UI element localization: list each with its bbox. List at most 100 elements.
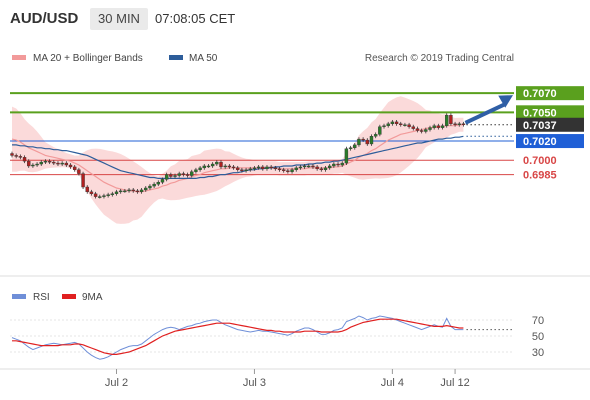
- candle-body: [18, 156, 23, 158]
- candle-body: [198, 167, 202, 170]
- candle-body: [248, 168, 252, 171]
- candle-body: [35, 163, 39, 166]
- candle-body: [114, 191, 119, 194]
- candle-body: [344, 148, 349, 164]
- candle-body: [302, 165, 307, 168]
- candle-body: [394, 121, 399, 125]
- candle-body: [106, 194, 110, 196]
- candle-body: [390, 121, 395, 125]
- candle-body: [215, 161, 219, 165]
- candle-body: [177, 173, 181, 176]
- level-label-current: 0.7037: [516, 117, 584, 132]
- candle-body: [290, 169, 294, 172]
- candle-body: [440, 125, 445, 128]
- candle-body: [27, 160, 31, 167]
- time-tick-label: Jul 12: [440, 377, 469, 389]
- candle-body: [428, 127, 432, 130]
- candle: [81, 171, 85, 189]
- candle-body: [298, 166, 303, 169]
- candle-body: [118, 190, 123, 193]
- candle-body: [148, 185, 152, 189]
- candle-body: [160, 179, 165, 183]
- candle-body: [14, 155, 18, 157]
- candle-body: [315, 166, 319, 170]
- rsi-tick-label: 50: [532, 331, 544, 343]
- candle-body: [127, 189, 131, 192]
- rsi-gridlines: [10, 319, 514, 353]
- candle-body: [403, 124, 407, 126]
- candle-body: [311, 165, 315, 168]
- candle-body: [152, 183, 156, 187]
- symbol-title: AUD/USD: [10, 10, 79, 27]
- candle-body: [47, 160, 52, 163]
- rsi-line: [11, 315, 464, 360]
- candle-body: [123, 190, 127, 193]
- candle-body: [269, 166, 273, 169]
- candle-body: [72, 166, 77, 170]
- candle: [378, 124, 382, 137]
- candle-body: [453, 123, 457, 126]
- candle-body: [369, 136, 374, 145]
- time-axis-ticks: Jul 2 Jul 3 Jul 4 Jul 12: [105, 369, 470, 389]
- candle-body: [31, 164, 35, 167]
- ma9-legend-label: 9MA: [82, 292, 103, 303]
- time-tick-label: Jul 2: [105, 377, 128, 389]
- candle-body: [85, 186, 89, 193]
- candle-body: [432, 125, 436, 128]
- ma50-legend-label: MA 50: [189, 53, 218, 64]
- candle-body: [461, 123, 466, 126]
- candle-body: [307, 165, 311, 168]
- level-label-text: 0.6985: [523, 170, 557, 182]
- candle-body: [190, 171, 194, 176]
- ma9-legend-swatch: [62, 294, 76, 299]
- candle-body: [353, 144, 357, 148]
- candle-body: [144, 187, 148, 191]
- timeframe-label: 30 MIN: [98, 11, 140, 26]
- price-legend: MA 20 + Bollinger Bands MA 50: [12, 53, 218, 64]
- candle: [449, 113, 453, 126]
- candle-body: [39, 161, 43, 165]
- level-label-text: 0.7037: [523, 120, 557, 132]
- rsi-tick-label: 30: [532, 347, 544, 359]
- time-tick-label: Jul 4: [381, 377, 404, 389]
- candle-body: [373, 134, 378, 137]
- candle-body: [93, 193, 98, 197]
- level-label-text: 0.7000: [523, 155, 557, 167]
- candle-body: [77, 169, 81, 174]
- candle-body: [206, 165, 211, 168]
- candle-body: [252, 167, 257, 170]
- forecast-arrow-shaft: [464, 102, 506, 125]
- header: AUD/USD 30 MIN 07:08:05 CET: [10, 8, 235, 30]
- candle: [445, 113, 449, 128]
- level-label-resistance: 0.7070: [516, 86, 584, 101]
- price-panel: 0.7070 0.70500.7037 0.7020 0.7000 0.6985: [10, 86, 584, 224]
- candle-body: [244, 169, 248, 171]
- candle-body: [411, 126, 415, 129]
- candle-body: [424, 129, 428, 132]
- level-label-pivot: 0.7020: [516, 134, 584, 149]
- candle-body: [332, 163, 336, 167]
- candle-body: [286, 170, 290, 172]
- candle-body: [256, 166, 261, 169]
- rsi-legend-swatch: [12, 294, 26, 299]
- candle-body: [89, 191, 94, 194]
- ma9-line: [12, 318, 464, 355]
- candle-body: [365, 139, 369, 145]
- price-level-labels: 0.7070 0.70500.7037 0.7020 0.7000 0.6985: [516, 86, 584, 182]
- candle: [369, 134, 374, 146]
- time-tick-label: Jul 3: [243, 377, 266, 389]
- candle-body: [169, 174, 173, 177]
- rsi-tick-label: 70: [532, 315, 544, 327]
- candle-body: [139, 189, 144, 193]
- candle-body: [10, 153, 14, 156]
- rsi-panel: 30 50 70: [10, 315, 544, 360]
- candle-body: [449, 114, 453, 125]
- level-label-support: 0.6985: [523, 170, 557, 182]
- candle-body: [181, 173, 186, 175]
- level-label-resistance: 0.7050: [516, 105, 584, 120]
- candle-body: [43, 160, 48, 163]
- rsi-tick-labels: 30 50 70: [532, 315, 544, 359]
- candle-body: [56, 162, 60, 165]
- candle-body: [110, 193, 115, 195]
- candle-body: [156, 182, 161, 185]
